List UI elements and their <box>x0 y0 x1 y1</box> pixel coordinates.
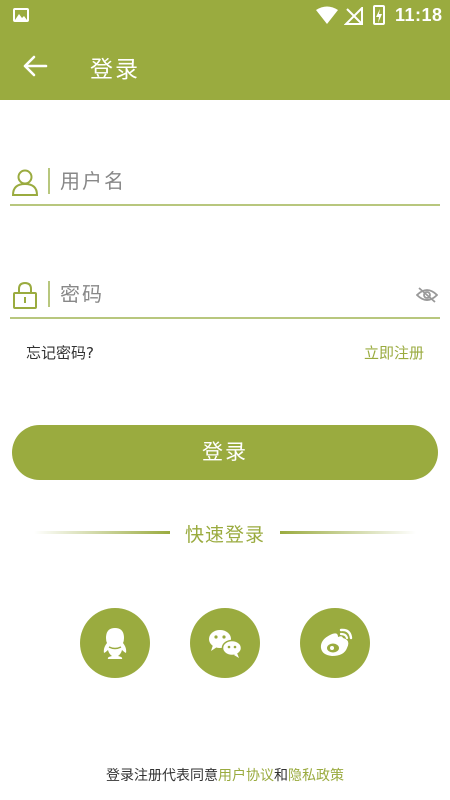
password-input[interactable] <box>60 277 400 311</box>
username-field <box>10 160 440 206</box>
weibo-login-button[interactable] <box>300 608 370 678</box>
divider-line-right <box>280 531 416 534</box>
agreement-prefix: 登录注册代表同意 <box>106 768 218 784</box>
app-bar: 登录 <box>0 32 450 100</box>
wechat-login-button[interactable] <box>190 608 260 678</box>
wifi-icon <box>316 6 338 28</box>
forgot-password-link[interactable]: 忘记密码? <box>26 342 94 363</box>
field-separator <box>48 281 50 307</box>
battery-charging-icon <box>373 5 385 25</box>
qq-login-button[interactable] <box>80 608 150 678</box>
agreement-text: 登录注册代表同意用户协议和隐私政策 <box>0 765 450 785</box>
agreement-and: 和 <box>274 768 288 784</box>
no-signal-icon <box>343 5 364 29</box>
username-input[interactable] <box>60 164 400 198</box>
eye-off-icon[interactable] <box>415 287 439 307</box>
login-button[interactable]: 登录 <box>12 425 438 480</box>
password-field <box>10 273 440 319</box>
field-separator <box>48 168 50 194</box>
image-icon <box>13 8 29 22</box>
page-title: 登录 <box>90 57 140 83</box>
privacy-policy-link[interactable]: 隐私政策 <box>288 768 344 784</box>
quick-login-divider: 快速登录 <box>0 518 450 546</box>
register-link[interactable]: 立即注册 <box>364 342 424 363</box>
status-time: 11:18 <box>395 5 443 25</box>
arrow-left-icon[interactable] <box>22 53 48 83</box>
user-icon <box>11 168 39 200</box>
lock-icon <box>12 281 38 313</box>
user-agreement-link[interactable]: 用户协议 <box>218 768 274 784</box>
status-bar: 11:18 <box>0 0 450 32</box>
